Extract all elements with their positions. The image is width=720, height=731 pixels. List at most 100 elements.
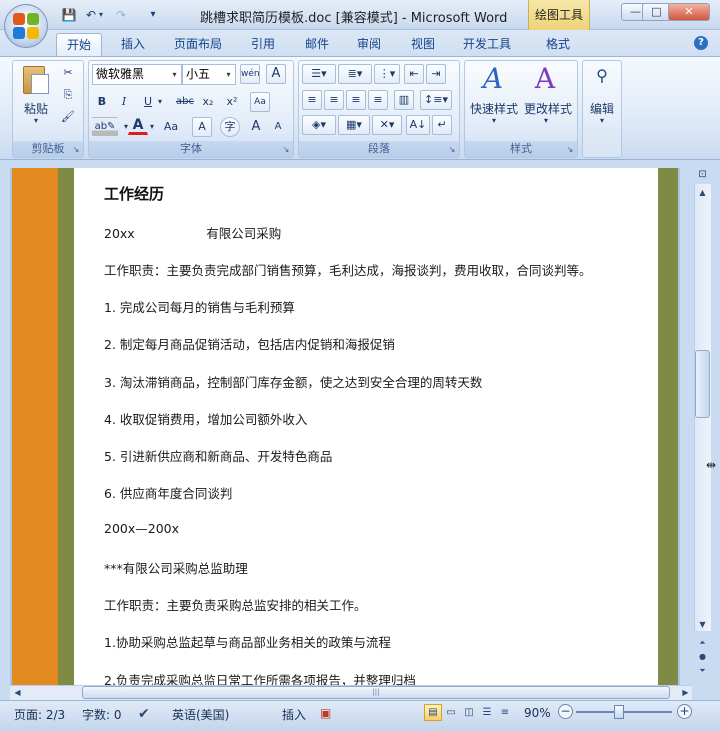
tab-insert[interactable]: 插入 <box>112 33 154 57</box>
shrink-font-button[interactable]: A <box>268 117 288 137</box>
decorative-orange-bar <box>12 168 58 685</box>
tab-page-layout[interactable]: 页面布局 <box>166 33 230 57</box>
paste-button[interactable]: 粘贴 <box>18 100 54 117</box>
paste-dropdown-icon[interactable]: ▾ <box>28 116 44 125</box>
tab-format[interactable]: 格式 <box>536 33 580 57</box>
grow-font-button[interactable]: A <box>246 117 266 137</box>
tab-home[interactable]: 开始 <box>56 33 102 57</box>
draft-view-icon[interactable]: ≡ <box>496 704 514 721</box>
numbering-icon[interactable]: ≣▾ <box>338 64 372 84</box>
align-left-icon[interactable]: ≡ <box>302 90 322 110</box>
underline-dropdown-icon[interactable]: ▾ <box>154 92 166 112</box>
borders-icon[interactable]: ▦▾ <box>338 115 370 135</box>
zoom-out-icon[interactable]: − <box>558 704 573 719</box>
decrease-indent-icon[interactable]: ⇤ <box>404 64 424 84</box>
subscript-button[interactable]: x₂ <box>198 92 218 112</box>
tab-references[interactable]: 引用 <box>242 33 284 57</box>
paste-icon[interactable] <box>20 64 52 96</box>
scroll-right-icon[interactable]: ▶ <box>678 686 693 700</box>
macro-record-icon[interactable]: ▣ <box>320 706 331 720</box>
show-marks-icon[interactable]: ↵ <box>432 115 452 135</box>
font-name-combo[interactable]: 微软雅黑 ▾ <box>92 64 182 85</box>
change-styles-icon[interactable]: A <box>528 62 562 96</box>
superscript-button[interactable]: x² <box>222 92 242 112</box>
sort-icon[interactable]: A↓ <box>406 115 430 135</box>
zoom-slider-thumb[interactable] <box>614 705 624 719</box>
line-spacing-icon[interactable]: ↕≡▾ <box>420 90 452 110</box>
ruler-toggle-icon[interactable]: ⊡ <box>695 168 710 182</box>
quick-styles-icon[interactable]: A <box>476 62 510 96</box>
zoom-level[interactable]: 90% <box>524 706 551 720</box>
cut-icon[interactable]: ✂ <box>58 63 78 83</box>
bullets-icon[interactable]: ☰▾ <box>302 64 336 84</box>
tab-mailings[interactable]: 邮件 <box>296 33 338 57</box>
format-painter-icon[interactable]: 🖌 <box>58 107 78 127</box>
bold-button[interactable]: B <box>92 92 112 112</box>
change-styles-button[interactable]: 更改样式 <box>522 100 574 117</box>
previous-page-icon[interactable]: ⏶ <box>695 636 710 650</box>
align-center-icon[interactable]: ≡ <box>324 90 344 110</box>
insert-mode-indicator[interactable]: 插入 <box>282 706 306 723</box>
enclose-characters-button[interactable]: 字 <box>220 117 240 137</box>
quick-styles-button[interactable]: 快速样式 <box>466 100 522 117</box>
tab-view[interactable]: 视图 <box>402 33 444 57</box>
italic-button[interactable]: I <box>114 92 134 112</box>
tab-developer[interactable]: 开发工具 <box>454 33 520 57</box>
editing-button[interactable]: 编辑 <box>584 100 620 117</box>
zoom-slider-track[interactable] <box>576 711 672 713</box>
maximize-button[interactable]: □ <box>642 3 671 21</box>
scroll-left-icon[interactable]: ◀ <box>10 686 25 700</box>
horizontal-scroll-thumb[interactable]: ||| <box>82 686 670 699</box>
clear-formatting-icon[interactable]: Aa <box>250 92 270 112</box>
full-screen-reading-icon[interactable]: ▭ <box>442 704 460 721</box>
font-color-dropdown-icon[interactable]: ▾ <box>146 117 158 137</box>
highlight-button[interactable]: ab✎ <box>92 117 118 137</box>
print-layout-view-icon[interactable]: ▤ <box>424 704 442 721</box>
character-shading-button[interactable]: A <box>192 117 212 137</box>
zoom-in-icon[interactable]: + <box>677 704 692 719</box>
font-size-combo[interactable]: 小五 ▾ <box>182 64 236 85</box>
customize-quick-access-icon[interactable]: ▾ <box>144 7 162 23</box>
quick-styles-dropdown-icon[interactable]: ▾ <box>486 116 502 125</box>
align-right-icon[interactable]: ≡ <box>346 90 366 110</box>
scroll-up-icon[interactable]: ▲ <box>695 186 710 200</box>
change-case-button[interactable]: Aa <box>158 117 184 137</box>
justify-icon[interactable]: ≡ <box>368 90 388 110</box>
font-name-dropdown-icon[interactable]: ▾ <box>168 65 181 84</box>
close-button[interactable]: ✕ <box>668 3 710 21</box>
language-indicator[interactable]: 英语(美国) <box>172 706 229 723</box>
change-styles-dropdown-icon[interactable]: ▾ <box>538 116 554 125</box>
binoculars-icon[interactable]: ⚲ <box>588 66 616 88</box>
vertical-scroll-thumb[interactable] <box>695 350 710 418</box>
tab-review[interactable]: 审阅 <box>348 33 390 57</box>
font-color-button[interactable]: A <box>128 115 148 135</box>
outline-view-icon[interactable]: ☰ <box>478 704 496 721</box>
increase-indent-icon[interactable]: ⇥ <box>426 64 446 84</box>
proofing-icon[interactable]: ✔ <box>138 706 150 722</box>
save-icon[interactable]: 💾 <box>60 7 78 23</box>
styles-launcher-icon[interactable]: ↘ <box>565 145 575 155</box>
next-page-icon[interactable]: ⏷ <box>695 664 710 678</box>
undo-dropdown-icon[interactable]: ▾ <box>96 7 106 23</box>
chinese-layout-icon[interactable]: ✕▾ <box>372 115 402 135</box>
copy-icon[interactable]: ⎘ <box>58 85 78 105</box>
character-border-button[interactable]: A <box>266 64 286 84</box>
font-size-dropdown-icon[interactable]: ▾ <box>222 65 235 84</box>
shading-icon[interactable]: ◈▾ <box>302 115 336 135</box>
scroll-down-icon[interactable]: ▼ <box>695 618 710 632</box>
phonetic-guide-button[interactable]: wén <box>240 64 260 84</box>
page-indicator[interactable]: 页面: 2/3 <box>14 706 65 723</box>
multilevel-list-icon[interactable]: ⋮▾ <box>374 64 400 84</box>
help-icon[interactable]: ? <box>694 36 708 50</box>
clipboard-launcher-icon[interactable]: ↘ <box>71 145 81 155</box>
paragraph-launcher-icon[interactable]: ↘ <box>447 145 457 155</box>
strikethrough-button[interactable]: abc <box>172 92 198 112</box>
font-launcher-icon[interactable]: ↘ <box>281 145 291 155</box>
editing-dropdown-icon[interactable]: ▾ <box>594 116 610 125</box>
office-button[interactable] <box>4 4 48 48</box>
web-layout-icon[interactable]: ◫ <box>460 704 478 721</box>
word-count[interactable]: 字数: 0 <box>82 706 122 723</box>
redo-icon[interactable]: ↷ <box>112 7 130 23</box>
distributed-icon[interactable]: ▥ <box>394 90 414 110</box>
select-browse-object-icon[interactable]: ● <box>695 650 710 664</box>
